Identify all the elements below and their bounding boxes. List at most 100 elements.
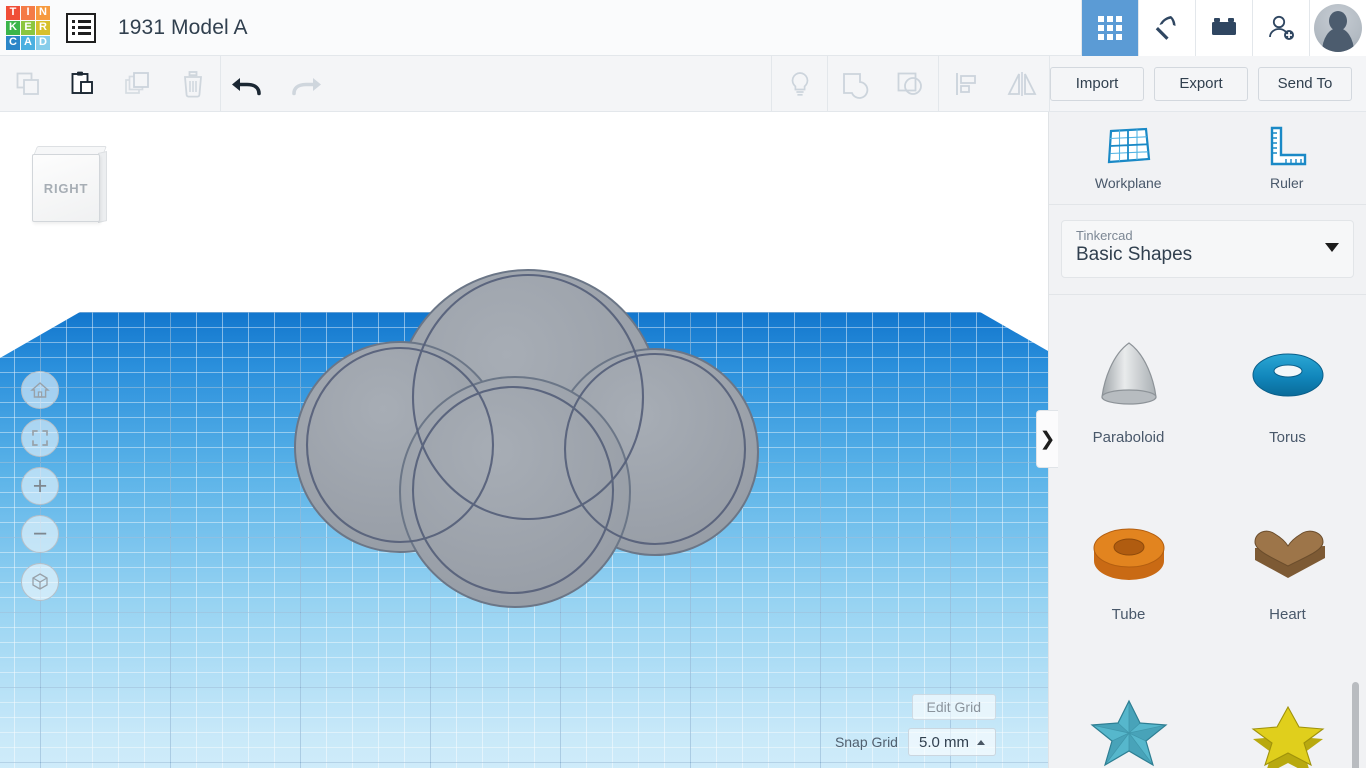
heart-shape	[1233, 506, 1343, 596]
shape-item-heart[interactable]: Heart	[1208, 484, 1366, 661]
import-button[interactable]: Import	[1050, 66, 1144, 101]
workplane-label: Workplane	[1094, 175, 1162, 191]
shape-item-tube[interactable]: Tube	[1049, 484, 1208, 661]
person-add-icon	[1269, 15, 1294, 40]
blocks-button[interactable]	[1195, 0, 1252, 56]
redo-button[interactable]	[276, 56, 331, 112]
chevron-down-icon[interactable]	[1325, 243, 1339, 252]
snap-grid-select[interactable]: 5.0 mm	[907, 728, 996, 756]
duplicate-button[interactable]	[110, 56, 165, 112]
shapes-scrollbar-track[interactable]	[1352, 297, 1362, 768]
tinkercad-app: TIN KER CAD 1931 Model A Import Export Sen…	[0, 0, 1366, 768]
cube-perspective-icon	[32, 573, 48, 590]
logo-tile-c: C	[6, 35, 20, 50]
shape-set-selector[interactable]: Tinkercad Basic Shapes	[1061, 220, 1354, 278]
mirror-icon	[1007, 71, 1036, 96]
logo-tile-a: A	[21, 35, 35, 50]
viewport-nav-buttons: + −	[21, 371, 59, 611]
panel-divider	[1049, 294, 1366, 295]
home-view-button[interactable]	[21, 371, 59, 409]
lightbulb-icon	[791, 71, 808, 96]
ruler-label: Ruler	[1270, 175, 1304, 191]
learn-button[interactable]	[1138, 0, 1195, 56]
align-icon	[955, 72, 976, 95]
document-title[interactable]: 1931 Model A	[118, 16, 248, 40]
shape-set-category: Tinkercad	[1076, 228, 1133, 243]
logo-tile-e: E	[21, 20, 35, 35]
tinkercad-logo[interactable]: TIN KER CAD	[6, 5, 50, 50]
shape-item-torus[interactable]: Torus	[1208, 307, 1366, 484]
project-list-icon[interactable]	[66, 12, 96, 43]
undo-arrow-icon	[231, 77, 261, 95]
3d-viewport[interactable]: RIGHT + − Edit Grid Snap Grid 5.0 mm	[0, 112, 1048, 768]
view-cube[interactable]: RIGHT	[32, 144, 108, 228]
shape-item-paraboloid[interactable]: Paraboloid	[1049, 307, 1208, 484]
mirror-button[interactable]	[994, 56, 1049, 112]
perspective-toggle-button[interactable]	[21, 563, 59, 601]
shape-label-heart: Heart	[1269, 606, 1306, 623]
shape-label-torus: Torus	[1269, 429, 1306, 446]
brick-icon	[1212, 17, 1236, 35]
app-header: TIN KER CAD 1931 Model A	[0, 0, 1366, 56]
user-avatar-button[interactable]	[1309, 0, 1366, 56]
shape-label-tube: Tube	[1111, 606, 1146, 623]
shape-item-star-3d[interactable]	[1049, 661, 1208, 768]
delete-button[interactable]	[165, 56, 220, 112]
export-button[interactable]: Export	[1154, 66, 1248, 101]
duplicate-icon	[124, 71, 149, 94]
caret-up-icon	[977, 739, 985, 745]
logo-tile-i: I	[21, 5, 35, 20]
paste-icon	[71, 71, 93, 94]
fit-frame-icon	[32, 430, 48, 446]
pickaxe-icon	[1155, 15, 1176, 40]
header-nav-buttons	[1081, 0, 1366, 56]
paste-button[interactable]	[55, 56, 110, 112]
workplane-tool[interactable]: Workplane	[1049, 112, 1208, 204]
sphere-cluster-geometry	[294, 269, 759, 608]
align-button[interactable]	[939, 56, 994, 112]
plus-icon: +	[32, 471, 48, 500]
snap-grid-label: Snap Grid	[834, 734, 898, 750]
trash-icon	[183, 70, 202, 97]
copy-icon	[16, 72, 39, 95]
group-shapes-icon	[842, 72, 868, 99]
edit-grid-button[interactable]: Edit Grid	[911, 694, 996, 720]
zoom-out-button[interactable]: −	[21, 515, 59, 553]
grid-icon	[1098, 15, 1122, 40]
workplane-icon	[1108, 127, 1151, 164]
ruler-tool[interactable]: Ruler	[1208, 112, 1366, 204]
copy-button[interactable]	[0, 56, 55, 112]
logo-tile-r: R	[36, 20, 50, 35]
torus-shape	[1233, 329, 1343, 419]
model-sphere-cluster[interactable]	[260, 257, 800, 637]
invite-people-button[interactable]	[1252, 0, 1309, 56]
undo-button[interactable]	[221, 56, 276, 112]
minus-icon: −	[32, 519, 48, 548]
zoom-in-button[interactable]: +	[21, 467, 59, 505]
ungroup-button[interactable]	[883, 56, 938, 112]
shapes-list[interactable]: Paraboloid Torus Tube Heart	[1049, 297, 1366, 768]
logo-tile-t: T	[6, 5, 20, 20]
shape-item-star-extruded[interactable]	[1208, 661, 1366, 768]
ruler-icon	[1270, 126, 1306, 166]
shape-label-paraboloid: Paraboloid	[1092, 429, 1165, 446]
ungroup-shapes-icon	[897, 72, 922, 95]
logo-tile-d: D	[36, 35, 50, 50]
send-to-button[interactable]: Send To	[1258, 66, 1352, 101]
main-toolbar: Import Export Send To	[0, 55, 1366, 112]
star-3d-shape	[1074, 683, 1184, 768]
logo-tile-n: N	[36, 5, 50, 20]
gallery-grid-button[interactable]	[1081, 0, 1138, 56]
tube-shape	[1074, 506, 1184, 596]
fit-to-view-button[interactable]	[21, 419, 59, 457]
group-button[interactable]	[828, 56, 883, 112]
shapes-grid: Paraboloid Torus Tube Heart	[1049, 297, 1366, 768]
redo-arrow-icon	[291, 77, 321, 95]
snap-grid-value: 5.0 mm	[918, 733, 969, 751]
collapse-panel-button[interactable]: ❯	[1036, 410, 1058, 468]
view-cube-front-face[interactable]: RIGHT	[32, 154, 100, 222]
logo-tile-k: K	[6, 20, 20, 35]
light-button[interactable]	[772, 56, 827, 112]
home-icon	[30, 382, 50, 398]
shapes-scrollbar-thumb[interactable]	[1352, 682, 1359, 768]
